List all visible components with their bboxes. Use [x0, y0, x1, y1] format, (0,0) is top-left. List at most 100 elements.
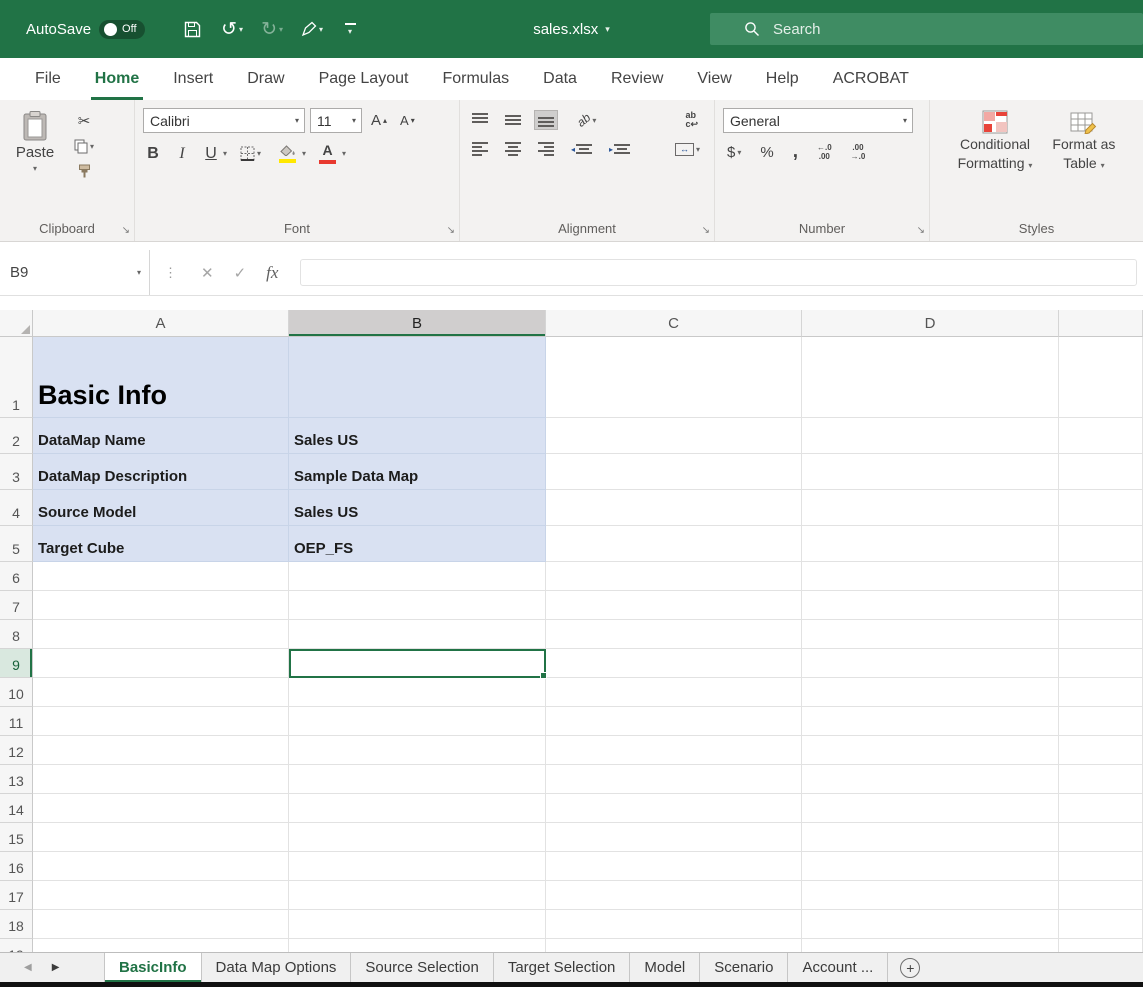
cell-B8[interactable]: [289, 620, 546, 649]
column-header-partial[interactable]: [1059, 310, 1143, 337]
decrease-indent-button[interactable]: ◂: [567, 139, 596, 159]
copy-button[interactable]: ▾: [70, 137, 98, 155]
cell-A4[interactable]: Source Model: [33, 490, 289, 526]
cell-A5[interactable]: Target Cube: [33, 526, 289, 562]
cancel-icon[interactable]: ✕: [201, 264, 214, 282]
cell-D1[interactable]: [802, 337, 1059, 418]
cell-D18[interactable]: [802, 910, 1059, 939]
cell-partial-1[interactable]: [1059, 337, 1143, 418]
cell-partial-15[interactable]: [1059, 823, 1143, 852]
cell-A17[interactable]: [33, 881, 289, 910]
autosave-switch[interactable]: Off: [99, 20, 145, 39]
row-header-2[interactable]: 2: [0, 418, 33, 454]
row-header-15[interactable]: 15: [0, 823, 33, 852]
cell-D9[interactable]: [802, 649, 1059, 678]
cell-partial-6[interactable]: [1059, 562, 1143, 591]
cell-A15[interactable]: [33, 823, 289, 852]
cell-B14[interactable]: [289, 794, 546, 823]
cell-D13[interactable]: [802, 765, 1059, 794]
increase-font-size-button[interactable]: A▴: [367, 109, 391, 132]
increase-decimal-button[interactable]: ←.0.00: [813, 140, 836, 164]
cell-partial-13[interactable]: [1059, 765, 1143, 794]
cell-B2[interactable]: Sales US: [289, 418, 546, 454]
cell-D8[interactable]: [802, 620, 1059, 649]
menu-review[interactable]: Review: [594, 58, 680, 100]
cell-partial-19[interactable]: [1059, 939, 1143, 952]
cell-partial-14[interactable]: [1059, 794, 1143, 823]
cell-partial-17[interactable]: [1059, 881, 1143, 910]
column-header-B[interactable]: B: [289, 310, 546, 337]
cell-A18[interactable]: [33, 910, 289, 939]
cell-C5[interactable]: [546, 526, 802, 562]
cell-A8[interactable]: [33, 620, 289, 649]
cell-D11[interactable]: [802, 707, 1059, 736]
menu-home[interactable]: Home: [78, 58, 156, 100]
cell-C6[interactable]: [546, 562, 802, 591]
cell-A2[interactable]: DataMap Name: [33, 418, 289, 454]
cell-B6[interactable]: [289, 562, 546, 591]
cell-partial-18[interactable]: [1059, 910, 1143, 939]
row-header-8[interactable]: 8: [0, 620, 33, 649]
cell-D4[interactable]: [802, 490, 1059, 526]
cell-B5[interactable]: OEP_FS: [289, 526, 546, 562]
row-header-5[interactable]: 5: [0, 526, 33, 562]
cell-D2[interactable]: [802, 418, 1059, 454]
redo-button[interactable]: ↻▾: [257, 12, 287, 46]
number-dialog-launcher-icon[interactable]: ↘: [917, 226, 925, 236]
cut-button[interactable]: ✂: [70, 112, 98, 130]
cell-D12[interactable]: [802, 736, 1059, 765]
row-header-11[interactable]: 11: [0, 707, 33, 736]
row-header-18[interactable]: 18: [0, 910, 33, 939]
cell-B17[interactable]: [289, 881, 546, 910]
cell-partial-4[interactable]: [1059, 490, 1143, 526]
menu-insert[interactable]: Insert: [156, 58, 230, 100]
wrap-text-button[interactable]: abc↩: [681, 108, 702, 132]
cell-C10[interactable]: [546, 678, 802, 707]
cell-C8[interactable]: [546, 620, 802, 649]
cell-B1[interactable]: [289, 337, 546, 418]
row-header-19[interactable]: 19: [0, 939, 33, 952]
align-top-button[interactable]: [468, 110, 492, 130]
cell-A19[interactable]: [33, 939, 289, 952]
menu-data[interactable]: Data: [526, 58, 594, 100]
cell-C9[interactable]: [546, 649, 802, 678]
sheet-nav-left-icon[interactable]: ◀: [24, 962, 32, 973]
autosave-toggle[interactable]: AutoSave Off: [26, 20, 145, 39]
cell-partial-12[interactable]: [1059, 736, 1143, 765]
align-left-button[interactable]: [468, 139, 492, 159]
cell-partial-8[interactable]: [1059, 620, 1143, 649]
menu-page-layout[interactable]: Page Layout: [302, 58, 426, 100]
tab-model[interactable]: Model: [630, 953, 700, 982]
cell-partial-2[interactable]: [1059, 418, 1143, 454]
row-header-17[interactable]: 17: [0, 881, 33, 910]
font-color-button[interactable]: A: [315, 140, 340, 167]
row-header-16[interactable]: 16: [0, 852, 33, 881]
sheet-nav-right-icon[interactable]: ▶: [52, 962, 60, 973]
italic-button[interactable]: I: [172, 143, 192, 165]
percent-style-button[interactable]: %: [756, 141, 777, 164]
row-header-10[interactable]: 10: [0, 678, 33, 707]
format-painter-button[interactable]: [70, 162, 98, 180]
cell-C1[interactable]: [546, 337, 802, 418]
menu-help[interactable]: Help: [749, 58, 816, 100]
conditional-formatting-button[interactable]: Conditional Formatting ▾: [950, 108, 1041, 216]
row-header-12[interactable]: 12: [0, 736, 33, 765]
menu-view[interactable]: View: [680, 58, 748, 100]
cell-A9[interactable]: [33, 649, 289, 678]
align-center-button[interactable]: [501, 139, 525, 159]
cell-B12[interactable]: [289, 736, 546, 765]
row-header-7[interactable]: 7: [0, 591, 33, 620]
bold-button[interactable]: B: [143, 143, 163, 165]
add-sheet-button[interactable]: +: [900, 958, 920, 978]
comma-style-button[interactable]: ,: [789, 144, 802, 160]
cell-B3[interactable]: Sample Data Map: [289, 454, 546, 490]
enter-icon[interactable]: ✓: [234, 264, 247, 282]
cell-A16[interactable]: [33, 852, 289, 881]
insert-function-icon[interactable]: fx: [266, 263, 278, 283]
cell-C13[interactable]: [546, 765, 802, 794]
menu-draw[interactable]: Draw: [230, 58, 301, 100]
decrease-font-size-button[interactable]: A▾: [396, 110, 419, 131]
align-bottom-button[interactable]: [534, 110, 558, 130]
cell-A3[interactable]: DataMap Description: [33, 454, 289, 490]
row-header-13[interactable]: 13: [0, 765, 33, 794]
